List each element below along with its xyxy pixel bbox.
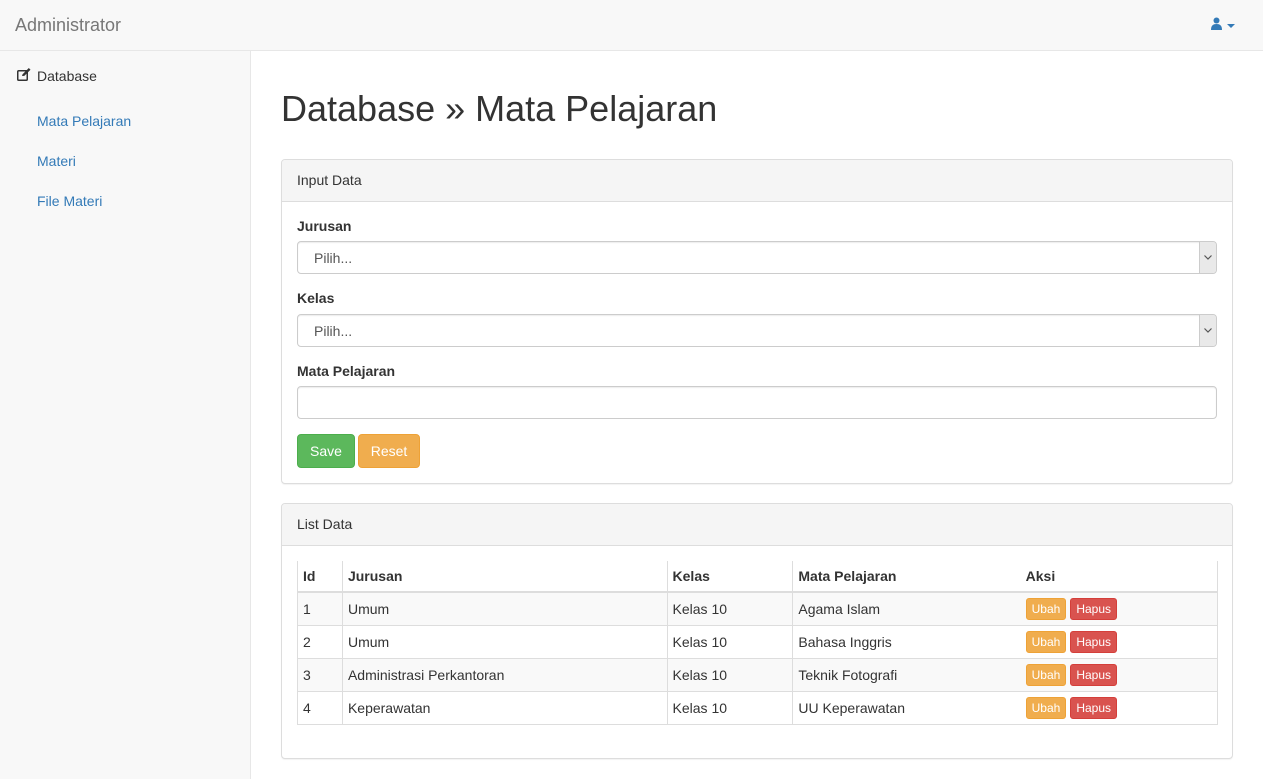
ubah-button[interactable]: Ubah [1025,696,1067,719]
cell-aksi: Ubah Hapus [1020,690,1218,725]
column-header-mata-pelajaran: Mata Pelajaran [792,561,1021,593]
cell-mata-pelajaran: Agama Islam [792,591,1021,626]
sidebar-item-file-materi[interactable]: File Materi [37,192,102,210]
sidebar-item-label: Database [37,68,97,84]
hapus-button[interactable]: Hapus [1070,663,1118,686]
table-row: 4 Keperawatan Kelas 10 UU Keperawatan Ub… [297,690,1218,725]
hapus-button[interactable]: Hapus [1070,597,1118,620]
reset-button[interactable]: Reset [358,434,420,468]
input-data-panel: Input Data Jurusan Pilih... Kelas Pilih.… [281,159,1233,484]
cell-id: 3 [297,657,343,692]
sidebar-item-database[interactable]: Database [17,67,97,85]
jurusan-select-value: Pilih... [314,250,353,266]
cell-kelas: Kelas 10 [666,591,794,626]
cell-kelas: Kelas 10 [666,690,794,725]
cell-aksi: Ubah Hapus [1020,591,1218,626]
edit-icon [17,68,31,84]
table-row: 1 Umum Kelas 10 Agama Islam Ubah Hapus [297,591,1218,626]
hapus-button[interactable]: Hapus [1070,696,1118,719]
panel-heading: Input Data [282,160,1232,202]
table-row: 3 Administrasi Perkantoran Kelas 10 Tekn… [297,657,1218,692]
data-table: Id Jurusan Kelas Mata Pelajaran Aksi 1 U… [297,561,1218,725]
chevron-down-icon [1199,315,1216,346]
user-icon [1211,17,1222,33]
sidebar-item-mata-pelajaran[interactable]: Mata Pelajaran [37,112,131,130]
cell-mata-pelajaran: Teknik Fotografi [792,657,1021,692]
kelas-select-value: Pilih... [314,323,353,339]
column-header-id: Id [297,561,343,593]
table-header-row: Id Jurusan Kelas Mata Pelajaran Aksi [297,561,1218,593]
kelas-label: Kelas [297,290,335,306]
panel-heading: List Data [282,504,1232,546]
cell-id: 1 [297,591,343,626]
list-data-panel: List Data Id Jurusan Kelas Mata Pelajara… [281,503,1233,759]
cell-jurusan: Umum [341,591,668,626]
ubah-button[interactable]: Ubah [1025,630,1067,653]
cell-kelas: Kelas 10 [666,624,794,659]
cell-id: 4 [297,690,343,725]
caret-down-icon [1227,24,1235,28]
mata-pelajaran-label: Mata Pelajaran [297,363,396,379]
mata-pelajaran-input[interactable] [297,386,1217,419]
cell-jurusan: Keperawatan [341,690,668,725]
page-title: Database » Mata Pelajaran [281,88,718,129]
cell-jurusan: Umum [341,624,668,659]
cell-aksi: Ubah Hapus [1020,624,1218,659]
kelas-select[interactable]: Pilih... [297,314,1217,347]
save-button[interactable]: Save [297,434,355,468]
brand-title[interactable]: Administrator [15,13,121,37]
jurusan-select[interactable]: Pilih... [297,241,1217,274]
sidebar-item-materi[interactable]: Materi [37,152,76,170]
column-header-jurusan: Jurusan [341,561,668,593]
cell-mata-pelajaran: Bahasa Inggris [792,624,1021,659]
hapus-button[interactable]: Hapus [1070,630,1118,653]
column-header-aksi: Aksi [1020,561,1218,593]
ubah-button[interactable]: Ubah [1025,663,1067,686]
sidebar: Database Mata Pelajaran Materi File Mate… [0,51,251,779]
cell-kelas: Kelas 10 [666,657,794,692]
chevron-down-icon [1199,242,1216,273]
cell-mata-pelajaran: UU Keperawatan [792,690,1021,725]
ubah-button[interactable]: Ubah [1025,597,1067,620]
column-header-kelas: Kelas [666,561,794,593]
user-menu-toggle[interactable] [1211,16,1235,34]
cell-jurusan: Administrasi Perkantoran [341,657,668,692]
cell-id: 2 [297,624,343,659]
cell-aksi: Ubah Hapus [1020,657,1218,692]
table-row: 2 Umum Kelas 10 Bahasa Inggris Ubah Hapu… [297,624,1218,659]
jurusan-label: Jurusan [297,218,352,234]
top-navbar: Administrator [0,0,1263,51]
